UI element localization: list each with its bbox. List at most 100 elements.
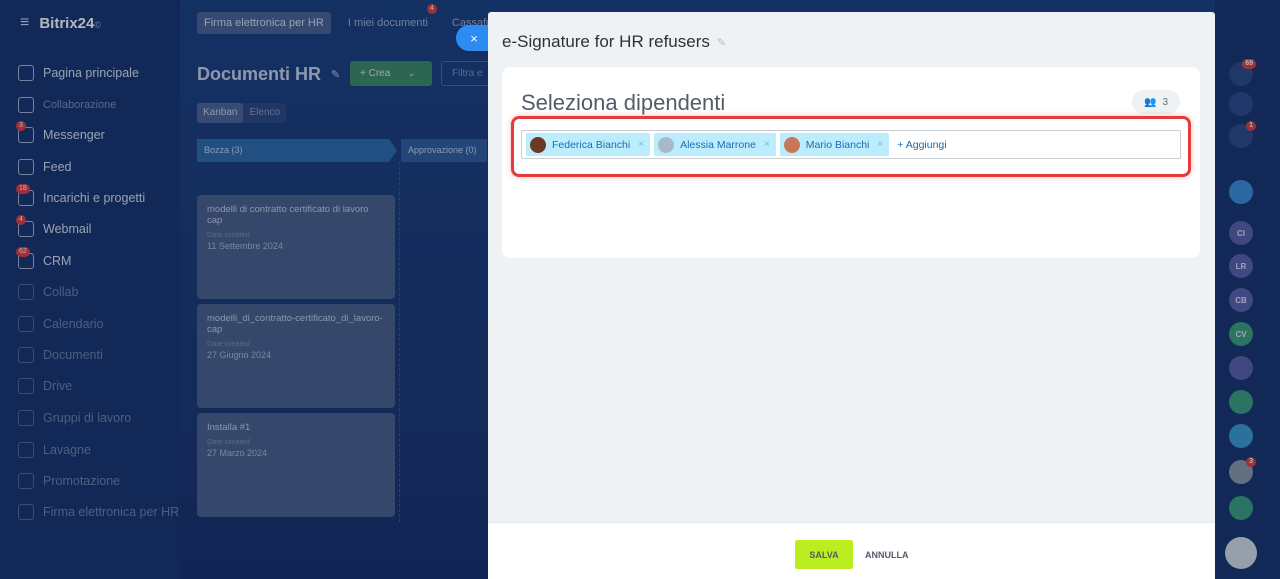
sidebar-item-label: Collaborazione (43, 99, 117, 111)
avatar (783, 136, 800, 153)
sidebar-item-groups[interactable]: Gruppi di lavoro (18, 407, 131, 429)
bell-icon[interactable]: 69 (1229, 59, 1256, 86)
sidebar-item-documents[interactable]: Documenti (18, 344, 103, 366)
calendar-icon (18, 316, 34, 332)
bookmark-icon[interactable] (1229, 180, 1253, 204)
sidebar-item-collab-circle[interactable]: Collab (18, 281, 78, 303)
avatar (658, 136, 675, 153)
documents-icon (18, 347, 34, 363)
rail-avatar[interactable]: CI (1229, 221, 1253, 245)
cancel-button[interactable]: ANNULLA (865, 540, 909, 569)
sidebar-item-drive[interactable]: Drive (18, 375, 72, 397)
column-divider (399, 162, 400, 522)
close-panel-button[interactable]: × (456, 25, 492, 51)
tasks-icon: 18 (16, 184, 34, 206)
pin-icon[interactable]: ✎ (331, 68, 340, 81)
view-list-button[interactable]: Elenco (243, 103, 286, 123)
employee-chip[interactable]: Mario Bianchi × (779, 133, 890, 156)
employee-chip[interactable]: Federica Bianchi × (526, 133, 651, 156)
remove-icon[interactable]: × (638, 139, 644, 150)
tab-miei-documenti[interactable]: I miei documenti 4 (341, 4, 437, 34)
notification-badge: 4 (16, 215, 26, 225)
employee-selection-card: Seleziona dipendenti 👥 3 Federica Bianch… (502, 67, 1200, 258)
edit-icon[interactable]: ✎ (717, 36, 726, 49)
save-button[interactable]: SALVA (795, 540, 853, 569)
notification-badge: 18 (16, 184, 30, 194)
column-header-approvazione[interactable]: Approvazione (0) (401, 139, 487, 162)
rail-avatar[interactable]: CB (1229, 288, 1253, 312)
tab-badge: 4 (427, 4, 437, 14)
hamburger-menu-icon[interactable]: ≡ (20, 14, 29, 32)
card-date: 27 Giugno 2024 (207, 350, 272, 360)
remove-icon[interactable]: × (877, 139, 883, 150)
employee-selector-input[interactable]: Federica Bianchi × Alessia Marrone × Mar… (521, 130, 1181, 159)
sidebar-item-home[interactable]: Pagina principale (18, 62, 139, 84)
rail-item-label: LR (1235, 261, 1247, 271)
side-panel: e-Signature for HR refusers ✎ Seleziona … (488, 12, 1215, 579)
rail-avatar[interactable]: LR (1229, 254, 1253, 278)
kanban-card[interactable]: Installa #1 Date created 27 Marzo 2024 (197, 413, 395, 517)
sidebar-item-label: Drive (43, 379, 73, 393)
card-heading: Seleziona dipendenti (521, 90, 726, 115)
employee-count-badge[interactable]: 👥 3 (1131, 90, 1180, 114)
sidebar-item-label: Messenger (43, 128, 105, 142)
sidebar-item-signature[interactable]: Firma elettronica per HR (18, 501, 179, 523)
feed-icon (18, 159, 34, 175)
create-button[interactable]: + Crea ⌄ (350, 61, 432, 86)
view-kanban-button[interactable]: Kanban (197, 103, 244, 123)
menu-icon[interactable] (1225, 537, 1257, 569)
sidebar-item-crm[interactable]: 62 CRM (16, 247, 72, 272)
people-icon[interactable] (1229, 356, 1253, 380)
tab-firma-elettronica[interactable]: Firma elettronica per HR (197, 12, 331, 34)
avatar-icon[interactable]: 3 (1229, 457, 1256, 484)
panel-footer: SALVA ANNULLA (488, 522, 1215, 579)
chevron-down-icon[interactable]: ⌄ (408, 69, 415, 78)
app-logo[interactable]: ≡ Bitrix24© (20, 14, 101, 32)
promo-icon (18, 473, 34, 489)
target-icon[interactable] (1229, 92, 1253, 116)
sidebar-item-label: CRM (43, 254, 72, 268)
sidebar-item-label: Webmail (43, 222, 92, 236)
checkbox-icon[interactable] (1229, 496, 1253, 520)
card-title: modelli_di_contratto-certificato_di_lavo… (207, 313, 383, 335)
sidebar-item-label: Incarichi e progetti (43, 191, 146, 205)
sidebar-item-label: Documenti (43, 348, 103, 362)
view-toggle: Kanban Elenco (197, 103, 287, 123)
sidebar-item-tasks[interactable]: 18 Incarichi e progetti (16, 184, 146, 209)
employee-chip[interactable]: Alessia Marrone × (654, 133, 776, 156)
rail-item-label: CV (1235, 329, 1247, 339)
rail-avatar[interactable]: CV (1229, 322, 1253, 346)
sidebar-item-calendar[interactable]: Calendario (18, 313, 103, 335)
sidebar-item-promo[interactable]: Promotazione (18, 470, 120, 492)
page-title: Documenti HR ✎ (197, 64, 341, 84)
add-employee-link[interactable]: + Aggiungi (897, 139, 946, 151)
chat-icon[interactable]: 1 (1229, 121, 1256, 148)
sidebar-item-collab[interactable]: Collaborazione (18, 94, 116, 116)
employee-name: Mario Bianchi (805, 138, 870, 151)
home-icon (18, 65, 34, 81)
mail-icon: 4 (16, 215, 34, 237)
panel-title: e-Signature for HR refusers ✎ (502, 32, 727, 51)
boards-icon (18, 442, 34, 458)
collab-circle-icon (18, 284, 34, 300)
notification-badge: 62 (16, 247, 30, 257)
sidebar-item-feed[interactable]: Feed (18, 156, 72, 178)
remove-icon[interactable]: × (764, 139, 770, 150)
contact-card-icon[interactable] (1229, 390, 1253, 414)
signature-icon (18, 504, 34, 520)
groups-icon (18, 410, 34, 426)
column-header-bozza[interactable]: Bozza (3) (197, 139, 397, 162)
sidebar-item-boards[interactable]: Lavagne (18, 439, 91, 461)
card-date-label: Date created (207, 437, 250, 446)
message-icon[interactable] (1229, 424, 1253, 448)
card-date: 27 Marzo 2024 (207, 448, 268, 458)
card-title: modelli di contratto certificato di lavo… (207, 204, 369, 226)
kanban-card[interactable]: modelli di contratto certificato di lavo… (197, 195, 395, 299)
sidebar-item-mail[interactable]: 4 Webmail (16, 215, 92, 240)
kanban-card[interactable]: modelli_di_contratto-certificato_di_lavo… (197, 304, 395, 408)
notification-badge: 3 (16, 121, 26, 131)
sidebar-item-label: Gruppi di lavoro (43, 411, 132, 425)
sidebar-item-messenger[interactable]: 3 Messenger (16, 121, 105, 146)
avatar (530, 136, 546, 153)
sidebar-item-label: Feed (43, 160, 72, 174)
